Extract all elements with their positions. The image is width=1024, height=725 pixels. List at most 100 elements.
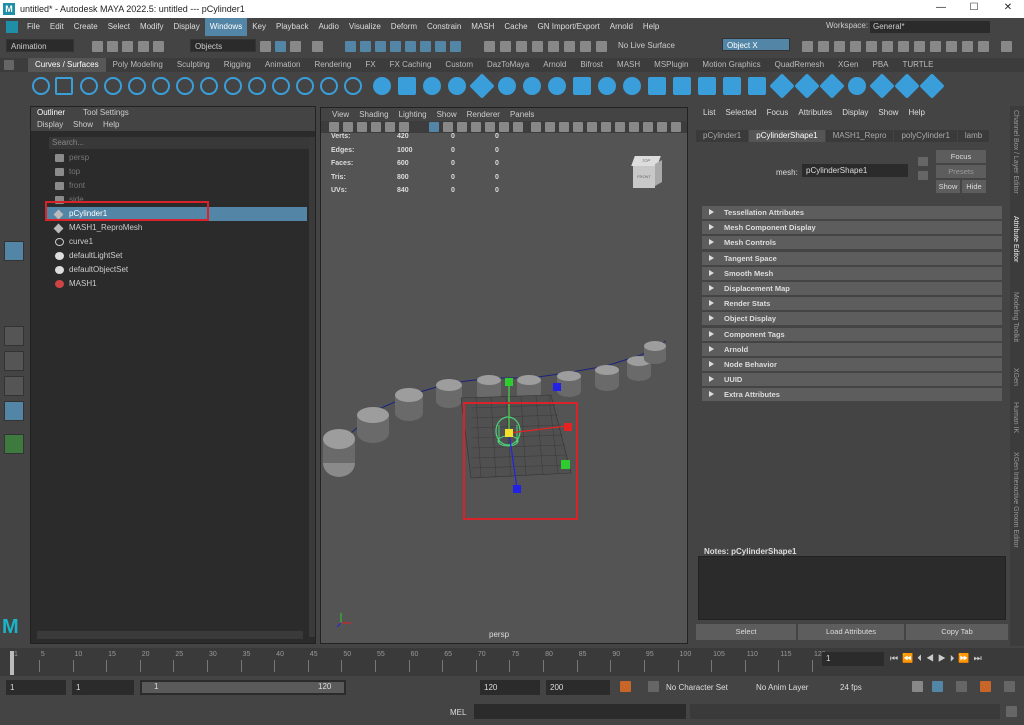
lasso-tool-icon[interactable]: [4, 141, 24, 161]
cv-curve-icon[interactable]: [104, 77, 122, 95]
nurbs-circle-icon[interactable]: [32, 77, 50, 95]
mask-rendering-icon[interactable]: [420, 41, 431, 52]
bevel-plus-icon[interactable]: [648, 77, 666, 95]
menu-edit[interactable]: Edit: [45, 18, 69, 36]
outliner-item[interactable]: defaultObjectSet: [45, 263, 307, 277]
menu-playback[interactable]: Playback: [271, 18, 313, 36]
shelf-tab-pba[interactable]: PBA: [865, 58, 895, 72]
mel-label[interactable]: MEL: [450, 708, 466, 717]
character-set-dropdown[interactable]: No Character Set: [662, 680, 742, 695]
play-backward-icon[interactable]: ◀: [926, 653, 938, 663]
menu-display[interactable]: Display: [169, 18, 205, 36]
menu-arnold[interactable]: Arnold: [605, 18, 638, 36]
nurbs-sphere-icon[interactable]: [373, 77, 391, 95]
load-attributes-button[interactable]: Load Attributes: [798, 624, 904, 640]
viewcube-right-face[interactable]: [655, 159, 662, 187]
outliner-scrollbar[interactable]: [309, 137, 315, 637]
character-set-icon[interactable]: [648, 681, 659, 692]
outliner-h-scrollbar[interactable]: [37, 631, 303, 639]
search-tool-icon[interactable]: [4, 434, 24, 454]
snap-curve-icon[interactable]: [500, 41, 511, 52]
offset-curve-icon[interactable]: [272, 77, 290, 95]
outliner-item[interactable]: MASH1: [45, 277, 307, 291]
menu-gn-import-export[interactable]: GN Import/Export: [533, 18, 605, 36]
minimize-button[interactable]: —: [934, 2, 948, 16]
notes-textarea[interactable]: [698, 556, 1006, 620]
scale-tool-icon[interactable]: [4, 241, 24, 261]
viewport-menu-view[interactable]: View: [327, 108, 354, 121]
outliner-item[interactable]: persp: [45, 151, 307, 165]
insert-knot-icon[interactable]: [224, 77, 242, 95]
attr-section-arnold[interactable]: Arnold: [702, 342, 1002, 356]
ipr-render-icon[interactable]: [834, 41, 845, 52]
ep-curve-icon[interactable]: [80, 77, 98, 95]
attr-section-tessellation-attributes[interactable]: Tessellation Attributes: [702, 206, 1002, 219]
birail-icon[interactable]: [623, 77, 641, 95]
attribute-editor-toggle-icon[interactable]: [962, 41, 973, 52]
menu-tearoff-icon[interactable]: [6, 21, 18, 33]
shelf-tab-motion-graphics[interactable]: Motion Graphics: [695, 58, 767, 72]
curve-tool-icon[interactable]: [4, 291, 24, 311]
undo-icon[interactable]: [138, 41, 149, 52]
open-scene-icon[interactable]: [107, 41, 118, 52]
save-scene-icon[interactable]: [122, 41, 133, 52]
gate-mask-icon[interactable]: [471, 122, 481, 132]
object-mode-icon[interactable]: [275, 41, 286, 52]
go-to-start-icon[interactable]: ⏮: [890, 653, 902, 663]
make-live-icon[interactable]: [564, 41, 575, 52]
preferences-icon[interactable]: [1004, 681, 1015, 692]
focus-button[interactable]: Focus: [936, 150, 986, 163]
channel-box-icon[interactable]: [946, 41, 957, 52]
shelf-tab-arnold[interactable]: Arnold: [536, 58, 573, 72]
modeling-toolkit-icon[interactable]: [898, 41, 909, 52]
anti-aliasing-icon[interactable]: [643, 122, 653, 132]
attr-menu-selected[interactable]: Selected: [720, 106, 761, 120]
use-all-lights-icon[interactable]: [587, 122, 597, 132]
wireframe-icon[interactable]: [531, 122, 541, 132]
viewport-menu-renderer[interactable]: Renderer: [462, 108, 505, 121]
smooth-shade-icon[interactable]: [545, 122, 555, 132]
menu-deform[interactable]: Deform: [386, 18, 422, 36]
cached-playback-icon[interactable]: [932, 681, 943, 692]
current-frame-field[interactable]: 1: [822, 652, 884, 666]
shelf-tab-fx[interactable]: FX: [358, 58, 382, 72]
attr-menu-display[interactable]: Display: [837, 106, 873, 120]
nurbs-cylinder-icon[interactable]: [423, 77, 441, 95]
menu-windows[interactable]: Windows: [204, 18, 248, 36]
redo-icon[interactable]: [153, 41, 164, 52]
shelf-tab-daztomaya[interactable]: DazToMaya: [480, 58, 536, 72]
wireframe-on-shaded-icon[interactable]: [559, 122, 569, 132]
cylinder-3[interactable]: [395, 388, 423, 421]
maximize-button[interactable]: ☐: [967, 2, 981, 16]
xgen-icon[interactable]: [930, 41, 941, 52]
tab-tool-settings[interactable]: Tool Settings: [83, 108, 129, 117]
2d-pan-zoom-icon[interactable]: [385, 122, 395, 132]
tab-outliner[interactable]: Outliner: [37, 108, 65, 117]
shelf-tab-xgen[interactable]: XGen: [831, 58, 865, 72]
select-handles-icon[interactable]: [312, 41, 323, 52]
outliner-item[interactable]: defaultLightSet: [45, 249, 307, 263]
menu-create[interactable]: Create: [69, 18, 103, 36]
paint-select-tool-icon[interactable]: [4, 166, 24, 186]
shelf-tab-rendering[interactable]: Rendering: [307, 58, 358, 72]
viewport-menu-panels[interactable]: Panels: [505, 108, 539, 121]
resolution-gate-icon[interactable]: [457, 122, 467, 132]
sound-icon[interactable]: [980, 681, 991, 692]
nurbs-square-icon[interactable]: [55, 77, 73, 95]
trim-tool-icon[interactable]: [723, 77, 741, 95]
bezier-curve-icon[interactable]: [152, 77, 170, 95]
mask-curves-icon[interactable]: [360, 41, 371, 52]
menu-mash[interactable]: MASH: [466, 18, 499, 36]
attach-curves-icon[interactable]: [176, 77, 194, 95]
select-camera-icon[interactable]: [329, 122, 339, 132]
loop-icon[interactable]: [912, 681, 923, 692]
snap-options-icon[interactable]: [580, 41, 591, 52]
select-tool-icon[interactable]: [4, 116, 24, 136]
bookmarks-icon[interactable]: [357, 122, 367, 132]
viewcube[interactable]: TOP FRONT: [631, 156, 663, 188]
copy-tab-button[interactable]: Copy Tab: [906, 624, 1008, 640]
playhead[interactable]: [10, 651, 14, 675]
two-panes-layout-icon[interactable]: [4, 376, 24, 396]
shadows-icon[interactable]: [601, 122, 611, 132]
right-tab-modeling-toolkit[interactable]: Modeling Toolkit: [1012, 292, 1019, 342]
